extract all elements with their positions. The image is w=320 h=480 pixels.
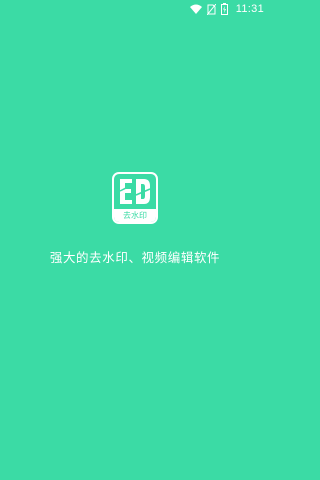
battery-charging-icon bbox=[220, 3, 228, 15]
logo-mark bbox=[114, 177, 156, 207]
logo-ed-icon bbox=[119, 179, 151, 204]
status-time: 11:31 bbox=[235, 3, 264, 15]
tagline: 强大的去水印、视频编辑软件 bbox=[49, 250, 221, 265]
no-sim-icon bbox=[206, 3, 216, 15]
status-icons: 11:31 bbox=[189, 3, 264, 15]
splash-screen: 去水印 强大的去水印、视频编辑软件 bbox=[0, 172, 270, 266]
wifi-icon bbox=[189, 4, 202, 14]
app-logo: 去水印 bbox=[112, 172, 158, 224]
logo-caption: 去水印 bbox=[114, 209, 156, 222]
status-bar: 11:31 bbox=[0, 0, 270, 18]
